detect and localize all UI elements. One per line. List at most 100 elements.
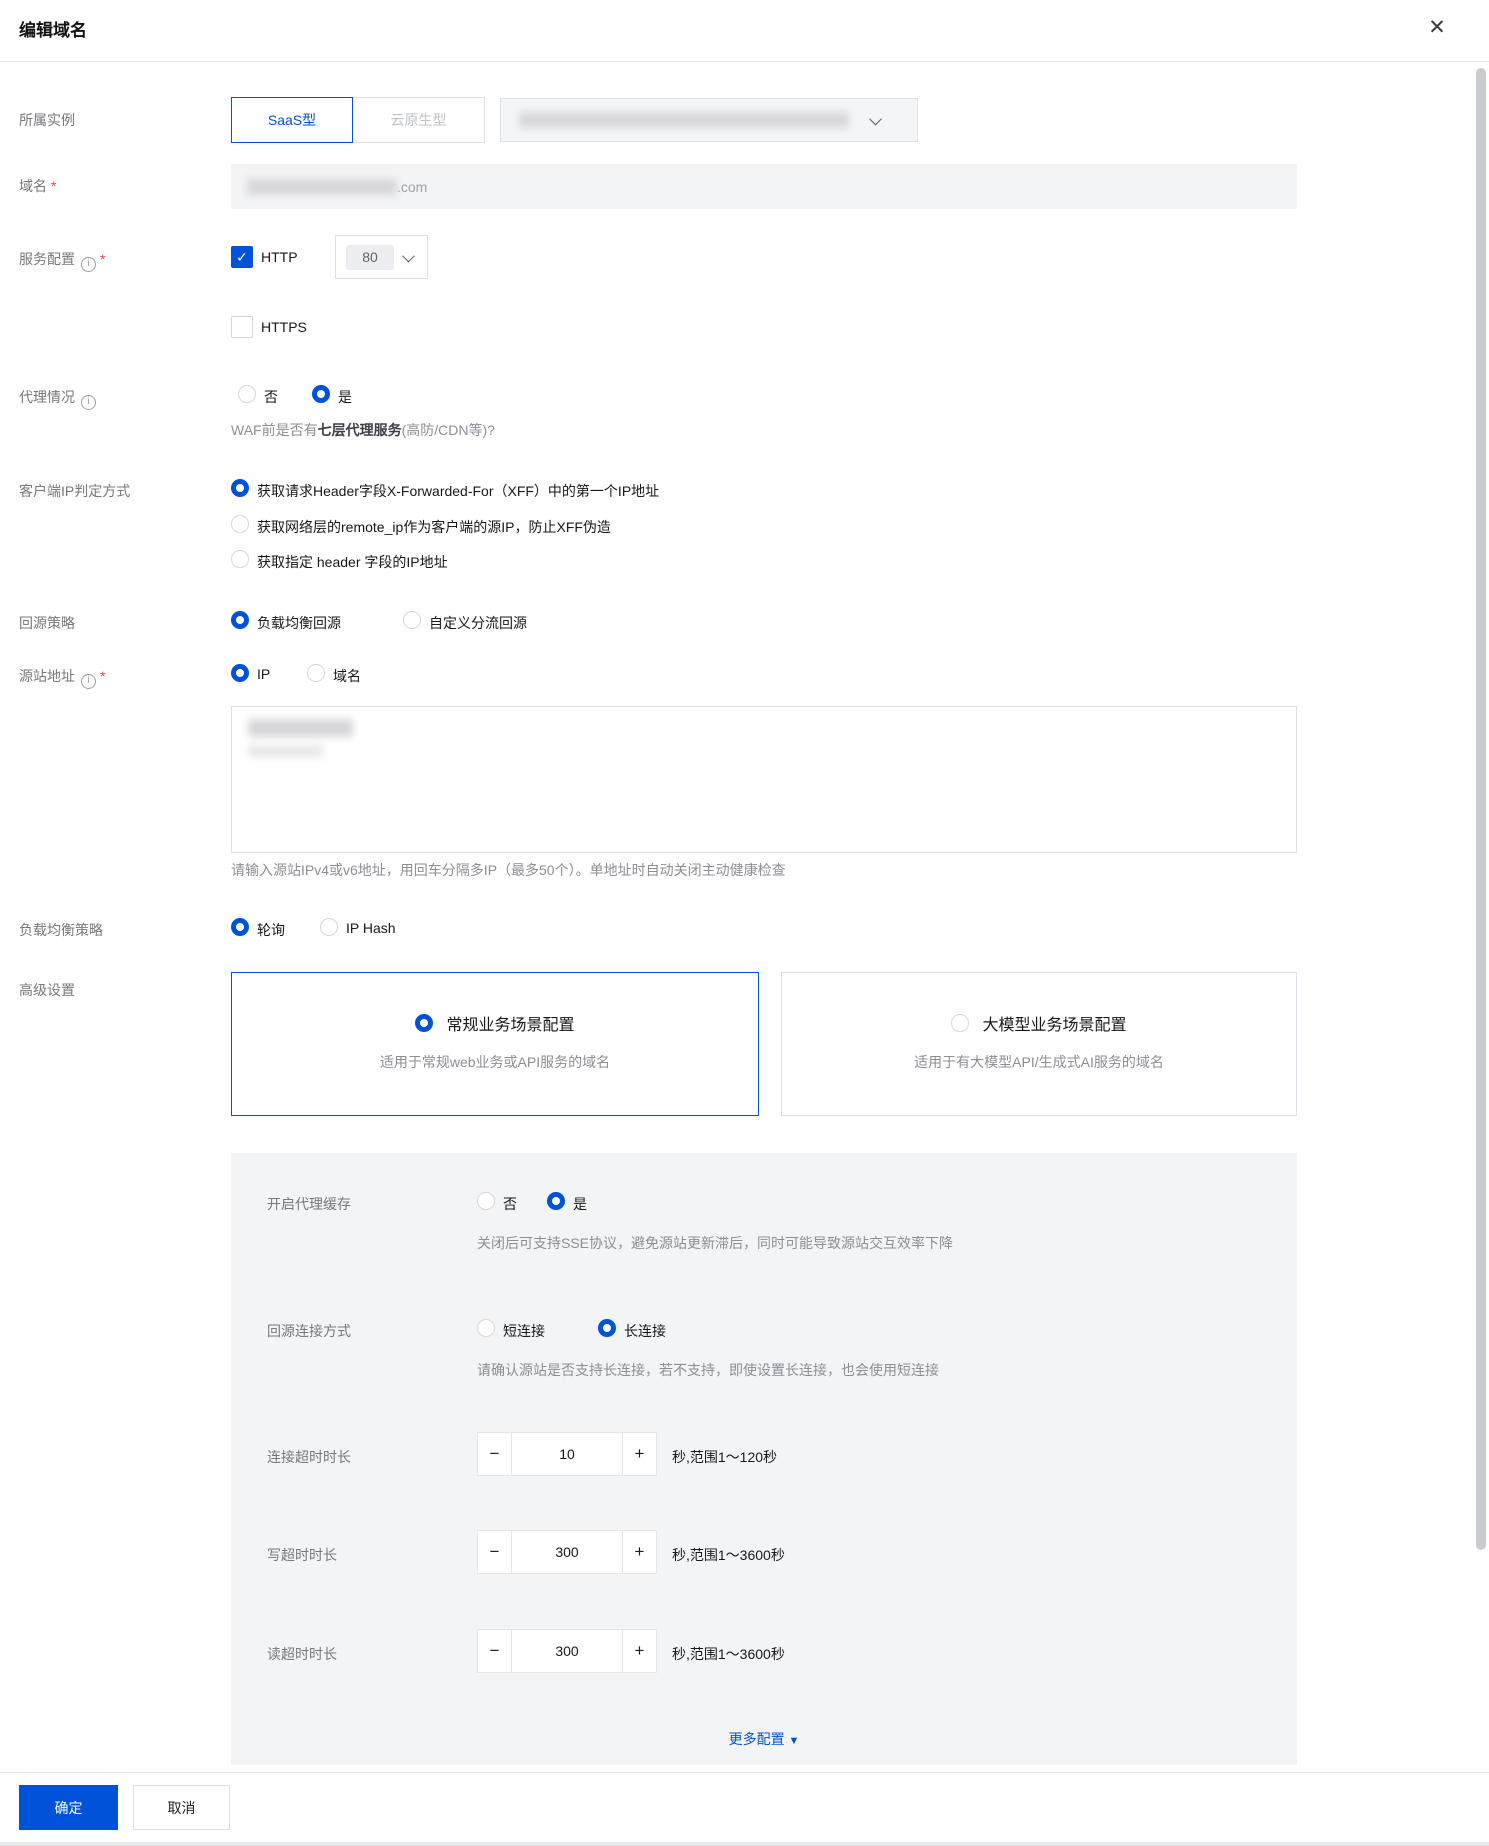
write-timeout-value[interactable]: 300 <box>512 1530 622 1574</box>
origin-addr-label: 源站地址 i * <box>19 666 105 689</box>
service-config-label: 服务配置 i * <box>19 249 105 272</box>
conn-long-label[interactable]: 长连接 <box>624 1321 666 1341</box>
advanced-settings-panel: 开启代理缓存 否 是 关闭后可支持SSE协议，避免源站更新滞后，同时可能导致源站… <box>231 1153 1297 1765</box>
client-ip-option-1-label[interactable]: 获取请求Header字段X-Forwarded-For（XFF）中的第一个IP地… <box>257 481 659 501</box>
origin-addr-ip-radio[interactable] <box>231 664 249 682</box>
conn-long-radio[interactable] <box>598 1319 616 1337</box>
cancel-button[interactable]: 取消 <box>133 1785 230 1830</box>
origin-addr-helper: 请输入源站IPv4或v6地址，用回车分隔多IP（最多50个）。单地址时自动关闭主… <box>231 862 786 878</box>
origin-ip-textarea[interactable] <box>231 706 1297 853</box>
plus-icon[interactable]: + <box>622 1432 657 1476</box>
https-checkbox[interactable] <box>231 316 253 338</box>
write-timeout-range: 秒,范围1～3600秒 <box>672 1547 785 1563</box>
tab-saas[interactable]: SaaS型 <box>231 97 353 143</box>
lb-iphash-radio[interactable] <box>320 918 338 936</box>
proxy-cache-no-radio[interactable] <box>477 1192 495 1210</box>
scenario-llm-title: 大模型业务场景配置 <box>982 1017 1127 1034</box>
origin-policy-custom-label[interactable]: 自定义分流回源 <box>429 613 527 633</box>
lb-roundrobin-label[interactable]: 轮询 <box>257 920 285 940</box>
proxy-cache-no-label[interactable]: 否 <box>503 1194 517 1214</box>
read-timeout-value[interactable]: 300 <box>512 1629 622 1673</box>
client-ip-option-2-radio[interactable] <box>231 515 249 533</box>
origin-addr-domain-label[interactable]: 域名 <box>333 666 361 686</box>
info-icon[interactable]: i <box>81 673 96 689</box>
footer-divider <box>0 1772 1489 1773</box>
scenario-normal-desc: 适用于常规web业务或API服务的域名 <box>379 1054 611 1070</box>
client-ip-option-1-radio[interactable] <box>231 479 249 497</box>
dialog-title: 编辑域名 <box>19 21 87 40</box>
proxy-no-label[interactable]: 否 <box>264 387 278 407</box>
proxy-cache-yes-label[interactable]: 是 <box>573 1194 587 1214</box>
instance-select[interactable] <box>500 98 918 142</box>
minus-icon[interactable]: − <box>477 1432 512 1476</box>
connect-timeout-value[interactable]: 10 <box>512 1432 622 1476</box>
conn-mode-label: 回源连接方式 <box>267 1323 351 1339</box>
scenario-llm-radio[interactable] <box>951 1014 970 1032</box>
client-ip-option-2-label[interactable]: 获取网络层的remote_ip作为客户端的源IP，防止XFF伪造 <box>257 517 611 537</box>
scenario-normal-radio[interactable] <box>415 1014 434 1032</box>
https-label: HTTPS <box>261 319 307 335</box>
minus-icon[interactable]: − <box>477 1629 512 1673</box>
redacted-domain <box>247 178 397 195</box>
proxy-cache-helper: 关闭后可支持SSE协议，避免源站更新滞后，同时可能导致源站交互效率下降 <box>477 1235 954 1251</box>
lb-iphash-label[interactable]: IP Hash <box>346 920 396 936</box>
read-timeout-label: 读超时时长 <box>267 1646 337 1662</box>
minus-icon[interactable]: − <box>477 1530 512 1574</box>
client-ip-label: 客户端IP判定方式 <box>19 483 131 499</box>
lb-roundrobin-radio[interactable] <box>231 918 249 936</box>
scenario-card-llm[interactable]: 大模型业务场景配置 适用于有大模型API/生成式AI服务的域名 <box>781 972 1297 1116</box>
origin-policy-lb-radio[interactable] <box>231 611 249 629</box>
conn-short-label[interactable]: 短连接 <box>503 1321 545 1341</box>
read-timeout-stepper: − 300 + <box>477 1629 657 1673</box>
advanced-label: 高级设置 <box>19 982 75 998</box>
client-ip-option-3-label[interactable]: 获取指定 header 字段的IP地址 <box>257 552 448 572</box>
origin-addr-ip-label[interactable]: IP <box>257 666 270 682</box>
write-timeout-label: 写超时时长 <box>267 1547 337 1563</box>
info-icon[interactable]: i <box>81 394 96 410</box>
close-icon[interactable]: ✕ <box>1420 10 1454 44</box>
scenario-card-normal[interactable]: 常规业务场景配置 适用于常规web业务或API服务的域名 <box>231 972 759 1116</box>
origin-policy-custom-radio[interactable] <box>403 611 421 629</box>
confirm-button[interactable]: 确定 <box>19 1785 118 1830</box>
proxy-yes-label[interactable]: 是 <box>338 387 352 407</box>
plus-icon[interactable]: + <box>622 1530 657 1574</box>
conn-short-radio[interactable] <box>477 1319 495 1337</box>
scenario-llm-desc: 适用于有大模型API/生成式AI服务的域名 <box>914 1054 1164 1070</box>
plus-icon[interactable]: + <box>622 1629 657 1673</box>
lb-strategy-label: 负载均衡策略 <box>19 922 103 938</box>
redacted-origin-ip <box>248 719 353 737</box>
conn-mode-helper: 请确认源站是否支持长连接，若不支持，即使设置长连接，也会使用短连接 <box>477 1362 939 1378</box>
connect-timeout-label: 连接超时时长 <box>267 1449 351 1465</box>
proxy-cache-yes-radio[interactable] <box>547 1192 565 1210</box>
domain-suffix: .com <box>397 178 428 195</box>
caret-down-icon: ▼ <box>788 1735 800 1747</box>
origin-addr-domain-radio[interactable] <box>307 664 325 682</box>
origin-policy-label: 回源策略 <box>19 615 75 631</box>
required-mark: * <box>100 668 106 684</box>
tab-cloud-native[interactable]: 云原生型 <box>352 97 485 143</box>
connect-timeout-range: 秒,范围1～120秒 <box>672 1449 778 1465</box>
http-checkbox[interactable]: ✓ <box>231 246 253 268</box>
connect-timeout-stepper: − 10 + <box>477 1432 657 1476</box>
http-label: HTTP <box>261 249 298 265</box>
tab-saas-label: SaaS型 <box>267 112 317 128</box>
proxy-yes-radio[interactable] <box>312 385 330 403</box>
origin-policy-lb-label[interactable]: 负载均衡回源 <box>257 613 341 633</box>
instance-label: 所属实例 <box>19 112 75 128</box>
client-ip-option-3-radio[interactable] <box>231 550 249 568</box>
check-icon: ✓ <box>236 248 248 265</box>
scenario-normal-title: 常规业务场景配置 <box>446 1017 575 1034</box>
vertical-scrollbar[interactable] <box>1476 68 1486 1550</box>
proxy-helper: WAF前是否有七层代理服务(高防/CDN等)? <box>231 422 495 438</box>
window-bottom-edge <box>0 1842 1489 1846</box>
write-timeout-stepper: − 300 + <box>477 1530 657 1574</box>
required-mark: * <box>51 178 57 194</box>
proxy-label: 代理情况 i <box>19 387 96 410</box>
tab-cloud-native-label: 云原生型 <box>390 112 447 128</box>
proxy-cache-label: 开启代理缓存 <box>267 1196 351 1212</box>
info-icon[interactable]: i <box>81 256 96 272</box>
proxy-no-radio[interactable] <box>238 385 256 403</box>
http-port-select[interactable]: 80 <box>335 235 428 279</box>
redacted-instance-name <box>519 112 849 128</box>
more-config-link[interactable]: 更多配置 ▼ <box>231 1729 1297 1749</box>
